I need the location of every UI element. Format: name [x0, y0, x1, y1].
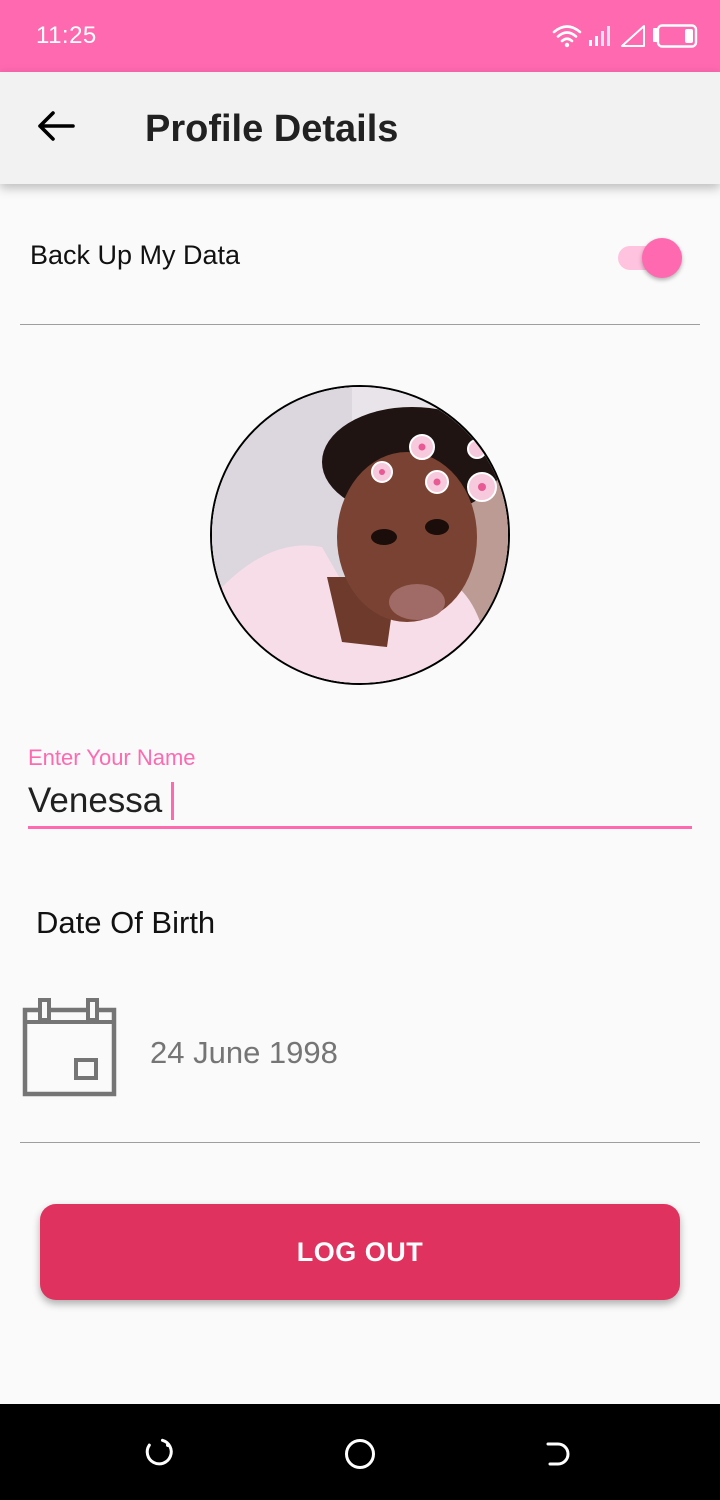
avatar[interactable] [210, 385, 510, 685]
nav-bar [0, 1404, 720, 1500]
backup-row: Back Up My Data [0, 220, 720, 292]
arrow-left-icon [37, 110, 75, 147]
name-value: Venessa [28, 781, 163, 820]
back-icon[interactable] [540, 1434, 580, 1474]
status-bar: 11:25 [0, 0, 720, 72]
page-title: Profile Details [145, 108, 399, 150]
calendar-icon[interactable] [22, 998, 118, 1098]
logout-button[interactable]: LOG OUT [40, 1204, 680, 1300]
signal-empty-icon [620, 24, 646, 48]
battery-icon [652, 24, 698, 48]
backup-label: Back Up My Data [30, 240, 241, 270]
wifi-icon [552, 24, 582, 48]
status-time: 11:25 [36, 22, 97, 49]
name-underline [28, 826, 692, 829]
divider [20, 324, 700, 325]
name-field[interactable]: Enter Your Name Venessa [28, 745, 692, 831]
signal-icon [588, 24, 614, 48]
text-caret [171, 782, 175, 820]
status-icons [552, 22, 698, 50]
dob-value[interactable]: 24 June 1998 [150, 1035, 338, 1071]
backup-switch[interactable] [618, 238, 684, 278]
dob-label: Date Of Birth [36, 905, 216, 940]
back-button[interactable] [28, 102, 84, 154]
divider [20, 1142, 700, 1143]
home-icon[interactable] [340, 1434, 380, 1474]
recents-icon[interactable] [140, 1434, 180, 1474]
switch-thumb [642, 238, 682, 278]
name-hint: Enter Your Name [28, 745, 196, 770]
profile-photo [212, 387, 508, 683]
app-bar: Profile Details [0, 72, 720, 184]
name-input[interactable]: Venessa [28, 781, 175, 821]
